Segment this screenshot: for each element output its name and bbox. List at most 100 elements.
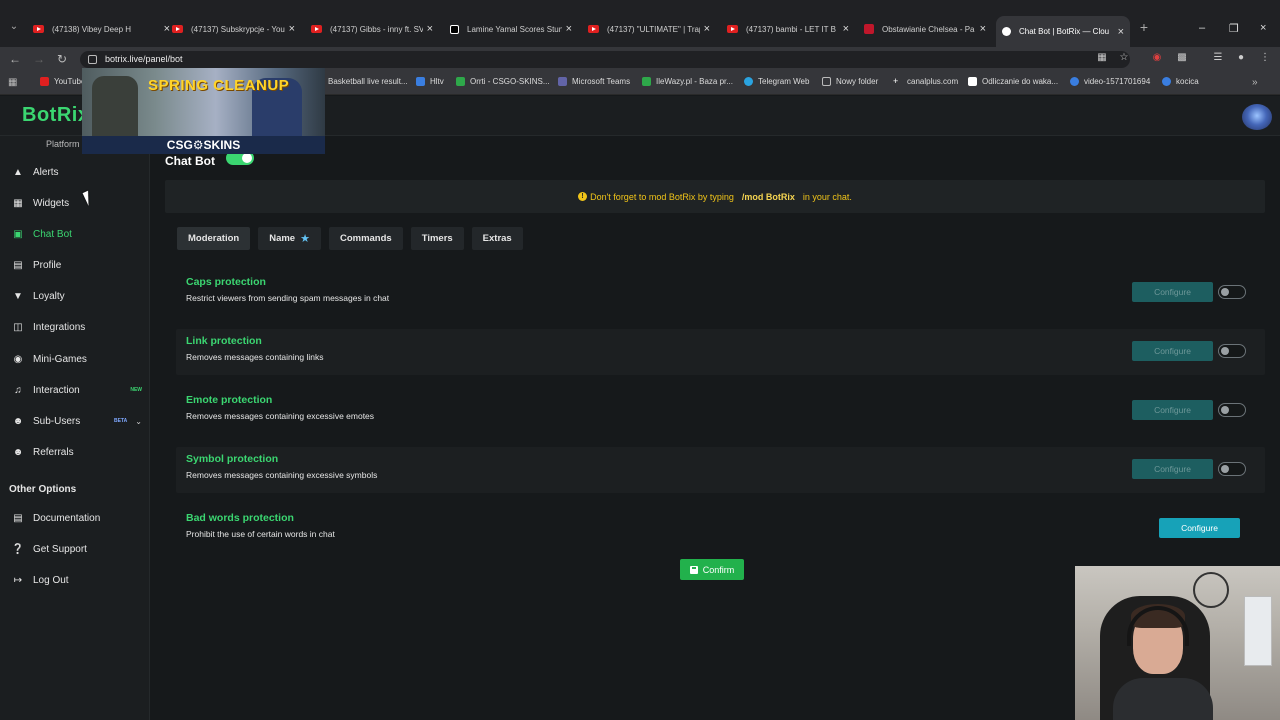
setting-description: Removes messages containing excessive em… bbox=[186, 411, 375, 421]
bookmark-item[interactable]: YouTube bbox=[40, 77, 85, 86]
site-info-icon[interactable] bbox=[88, 55, 97, 64]
star-icon: ★ bbox=[300, 233, 310, 245]
close-tab-icon[interactable]: × bbox=[704, 23, 710, 35]
configure-button[interactable]: Configure bbox=[1132, 459, 1213, 479]
close-tab-icon[interactable]: × bbox=[1118, 26, 1124, 38]
extension-icon[interactable]: ◉ bbox=[1151, 52, 1163, 64]
sidebar-item-alerts[interactable]: ▲ Alerts bbox=[0, 159, 150, 185]
translate-icon[interactable]: ▦ bbox=[1096, 52, 1108, 64]
bookmark-item[interactable]: kocica bbox=[1162, 77, 1199, 86]
tab-name[interactable]: Name ★ bbox=[258, 227, 321, 250]
browser-tab[interactable]: Obstawianie Chelsea - Pa × bbox=[864, 20, 986, 38]
forward-icon[interactable]: → bbox=[33, 52, 45, 66]
sidebar-item-loyalty[interactable]: ▼ Loyalty bbox=[0, 283, 150, 309]
ad-banner[interactable]: SPRING CLEANUP CSG⚙SKINS bbox=[82, 68, 325, 154]
tab-commands[interactable]: Commands bbox=[328, 227, 403, 250]
bookmark-item[interactable]: Hltv bbox=[416, 77, 444, 86]
logout-icon: ↦ bbox=[13, 574, 23, 586]
minimize-icon[interactable]: – bbox=[1199, 22, 1205, 34]
browser-tab[interactable]: (47138) Vibey Deep H × bbox=[33, 20, 170, 38]
chevron-down-icon[interactable]: ⌄ bbox=[135, 417, 142, 426]
configure-button[interactable]: Configure bbox=[1132, 282, 1213, 302]
sidebar-item-sub-users[interactable]: ☻ Sub-Users BETA ⌄ bbox=[0, 408, 150, 434]
profile-icon[interactable]: ● bbox=[1235, 52, 1247, 64]
bookmark-item[interactable]: Telegram Web bbox=[744, 77, 809, 86]
configure-button[interactable]: Configure bbox=[1132, 400, 1213, 420]
youtube-icon bbox=[33, 25, 44, 33]
tab-timers[interactable]: Timers bbox=[410, 227, 464, 250]
browser-tab[interactable]: (47137) Subskrypcje - You × bbox=[172, 20, 295, 38]
bet-icon bbox=[864, 24, 874, 34]
trophy-icon: ▼ bbox=[13, 290, 23, 302]
caps-protection-toggle[interactable] bbox=[1218, 285, 1246, 299]
sidebar-item-interaction[interactable]: ♫ Interaction NEW bbox=[0, 377, 150, 403]
ilewazy-icon bbox=[642, 77, 651, 86]
sidebar-item-chat-bot[interactable]: ▣ Chat Bot bbox=[0, 221, 150, 247]
tiktok-icon bbox=[450, 24, 459, 34]
configure-button[interactable]: Configure bbox=[1159, 518, 1240, 538]
teams-icon bbox=[558, 77, 567, 86]
address-bar[interactable]: botrix.live/panel/bot bbox=[80, 51, 1130, 68]
close-tab-icon[interactable]: × bbox=[843, 23, 849, 35]
more-bookmarks-icon[interactable]: » bbox=[1252, 77, 1258, 88]
media-icon[interactable]: ☰ bbox=[1212, 52, 1224, 64]
menu-icon[interactable]: ⋮ bbox=[1259, 52, 1271, 64]
close-tab-icon[interactable]: × bbox=[427, 23, 433, 35]
bookmark-item[interactable]: + canalplus.com bbox=[893, 77, 958, 87]
browser-tab[interactable]: Lamine Yamal Scores Stun × bbox=[450, 20, 572, 38]
sidebar-item-log-out[interactable]: ↦ Log Out bbox=[0, 567, 150, 593]
notice-prefix: Don't forget to mod BotRix by typing bbox=[590, 191, 734, 202]
setting-title: Bad words protection bbox=[186, 512, 294, 524]
tab-search-icon[interactable]: ⌄ bbox=[7, 20, 21, 34]
restore-icon[interactable]: ❐ bbox=[1229, 22, 1239, 35]
hltv-icon bbox=[416, 77, 425, 86]
caps-protection-row: Caps protection Restrict viewers from se… bbox=[176, 270, 1265, 316]
close-tab-icon[interactable]: × bbox=[289, 23, 295, 35]
sidebar-item-profile[interactable]: ▤ Profile bbox=[0, 252, 150, 278]
id-card-icon: ▤ bbox=[13, 259, 23, 271]
close-tab-icon[interactable]: × bbox=[164, 23, 170, 35]
confirm-button[interactable]: Confirm bbox=[680, 559, 744, 580]
app-logo[interactable]: BotRix bbox=[22, 104, 89, 127]
browser-tab[interactable]: (47137) bambi - LET IT B × bbox=[727, 20, 849, 38]
browser-tab[interactable]: (47137) Gibbs - inny ft. SV × bbox=[311, 20, 433, 38]
streamer-body bbox=[1113, 678, 1213, 720]
extensions-puzzle-icon[interactable]: ▩ bbox=[1176, 52, 1188, 64]
back-icon[interactable]: ← bbox=[9, 52, 21, 66]
bookmark-item[interactable]: Microsoft Teams bbox=[558, 77, 630, 86]
browser-tab-active[interactable]: Chat Bot | BotRix — Clou × bbox=[996, 16, 1130, 47]
new-tab-icon[interactable]: + bbox=[1137, 20, 1151, 34]
close-window-icon[interactable]: × bbox=[1260, 22, 1266, 34]
bookmark-item[interactable]: Orrti - CSGO-SKINS... bbox=[456, 77, 550, 86]
notice-suffix: in your chat. bbox=[802, 191, 852, 202]
sidebar-item-documentation[interactable]: ▤ Documentation bbox=[0, 505, 150, 531]
emote-protection-toggle[interactable] bbox=[1218, 403, 1246, 417]
video-icon bbox=[1070, 77, 1079, 86]
sidebar-item-widgets[interactable]: ▦ Widgets bbox=[0, 190, 150, 216]
apps-icon[interactable]: ▦ bbox=[8, 77, 17, 88]
platform-label[interactable]: Platform bbox=[46, 139, 80, 149]
youtube-icon bbox=[40, 77, 49, 86]
csgo-skins-icon bbox=[456, 77, 465, 86]
tab-extras[interactable]: Extras bbox=[471, 227, 523, 250]
tab-moderation[interactable]: Moderation bbox=[177, 227, 251, 250]
sidebar-item-integrations[interactable]: ◫ Integrations bbox=[0, 314, 150, 340]
bookmark-item[interactable]: Nowy folder bbox=[822, 77, 878, 86]
url-text: botrix.live/panel/bot bbox=[105, 54, 183, 64]
configure-button[interactable]: Configure bbox=[1132, 341, 1213, 361]
bookmark-item[interactable]: IleWazy.pl - Baza pr... bbox=[642, 77, 733, 86]
user-avatar[interactable] bbox=[1242, 104, 1272, 130]
sidebar-item-referrals[interactable]: ☻ Referrals bbox=[0, 439, 150, 465]
sidebar-item-mini-games[interactable]: ◉ Mini-Games bbox=[0, 346, 150, 372]
bookmark-item[interactable]: Basketball live result... bbox=[328, 77, 408, 86]
symbol-protection-toggle[interactable] bbox=[1218, 462, 1246, 476]
browser-tab[interactable]: (47137) "ULTIMATE" | Trap × bbox=[588, 20, 710, 38]
bookmark-item[interactable]: Odliczanie do waka... bbox=[968, 77, 1058, 86]
bookmark-star-icon[interactable]: ☆ bbox=[1118, 52, 1130, 64]
reload-icon[interactable]: ↻ bbox=[57, 52, 67, 66]
close-tab-icon[interactable]: × bbox=[566, 23, 572, 35]
bookmark-item[interactable]: video-1571701694 bbox=[1070, 77, 1150, 86]
close-tab-icon[interactable]: × bbox=[980, 23, 986, 35]
sidebar-item-get-support[interactable]: ❔ Get Support bbox=[0, 536, 150, 562]
link-protection-toggle[interactable] bbox=[1218, 344, 1246, 358]
